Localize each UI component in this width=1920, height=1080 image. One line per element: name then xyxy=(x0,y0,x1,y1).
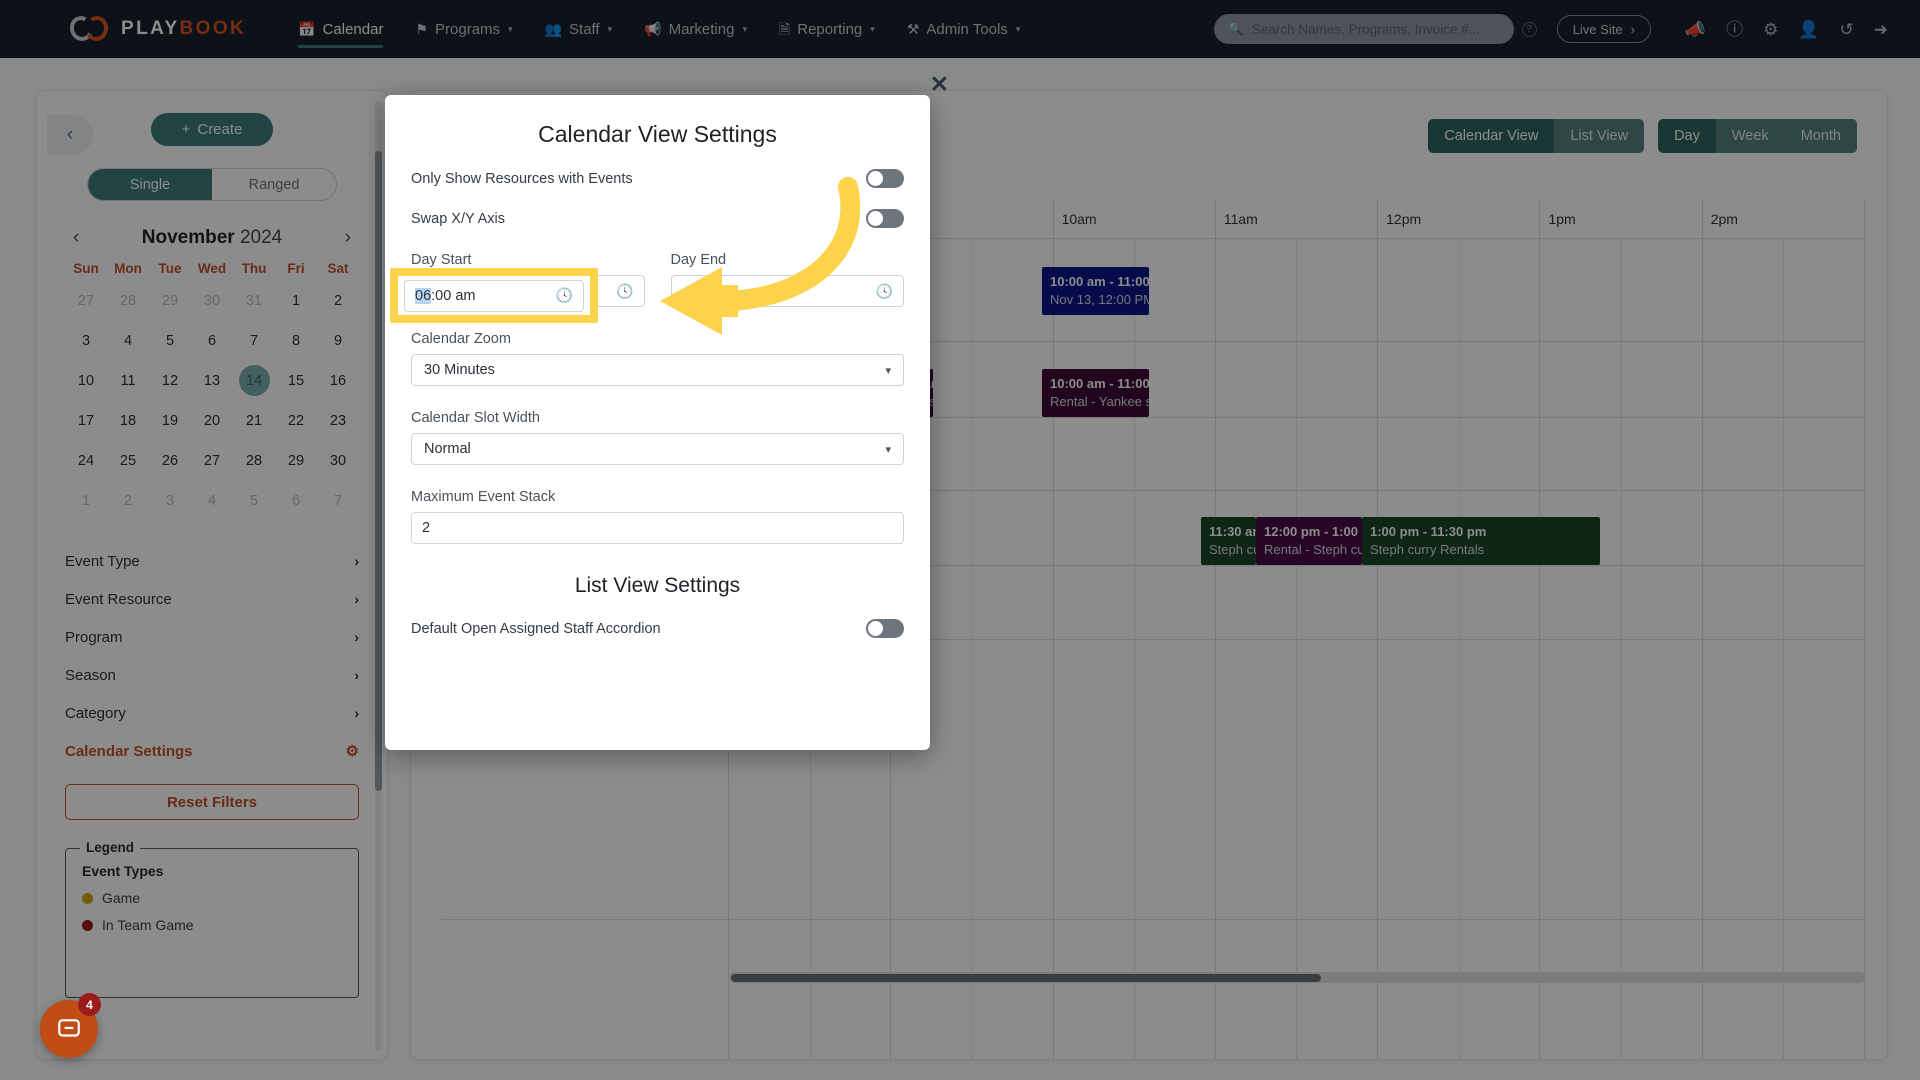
toggle-swap-xy-axis[interactable] xyxy=(866,209,904,228)
calendar-zoom-select[interactable]: 30 Minutes ▾ xyxy=(411,354,904,386)
close-icon[interactable]: ✕ xyxy=(930,73,949,96)
modal-overlay[interactable] xyxy=(0,0,1920,1080)
annotation-highlight-day-start: 06:00 am 🕓 xyxy=(390,268,598,323)
setting-label: Swap X/Y Axis xyxy=(411,210,506,227)
chevron-down-icon: ▾ xyxy=(885,443,891,456)
slot-width-select[interactable]: Normal ▾ xyxy=(411,433,904,465)
max-event-stack-field: Maximum Event Stack 2 xyxy=(411,489,904,544)
day-start-meridiem-2: am xyxy=(455,287,476,304)
max-event-stack-input[interactable]: 2 xyxy=(411,512,904,544)
toggle-only-show-resources[interactable] xyxy=(866,169,904,188)
slot-width-label: Calendar Slot Width xyxy=(411,410,540,426)
calendar-zoom-value: 30 Minutes xyxy=(424,362,495,378)
clock-icon[interactable]: 🕓 xyxy=(876,283,893,300)
chat-unread-badge: 4 xyxy=(78,993,101,1016)
slot-width-value: Normal xyxy=(424,441,471,457)
clock-icon[interactable]: 🕓 xyxy=(556,287,573,304)
setting-default-open-staff-accordion: Default Open Assigned Staff Accordion xyxy=(411,619,904,638)
app-root: PLAYBOOK 📅 Calendar ⚑ Programs ▾ 👥 Staff… xyxy=(0,0,1920,1080)
modal-title: Calendar View Settings xyxy=(538,121,777,147)
chevron-down-icon: ▾ xyxy=(885,364,891,377)
day-start-value-highlighted: 06:00 am xyxy=(415,287,476,304)
chat-bubble-icon xyxy=(58,1019,80,1037)
slot-width-field: Calendar Slot Width Normal ▾ xyxy=(411,410,904,465)
max-event-stack-label: Maximum Event Stack xyxy=(411,489,556,505)
day-start-minutes-2: :00 xyxy=(431,287,452,304)
setting-label: Default Open Assigned Staff Accordion xyxy=(411,620,661,637)
toggle-default-open-staff-accordion[interactable] xyxy=(866,619,904,638)
day-start-hour-selected: 06 xyxy=(415,287,432,304)
annotation-arrow-icon xyxy=(660,177,860,335)
list-view-settings-title: List View Settings xyxy=(574,574,741,597)
day-start-input-highlighted[interactable]: 06:00 am 🕓 xyxy=(404,279,584,312)
